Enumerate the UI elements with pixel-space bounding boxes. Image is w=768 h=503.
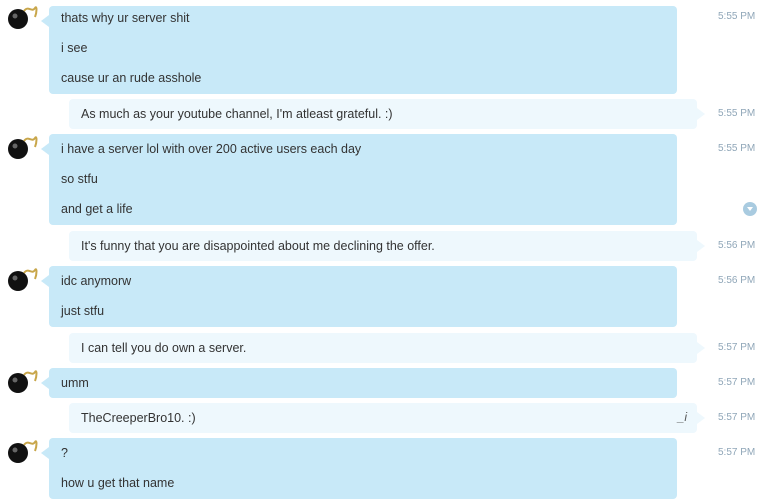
scroll-down-icon[interactable] (743, 202, 757, 216)
message-timestamp: 5:55 PM (718, 11, 756, 22)
message-bubble-outgoing: It's funny that you are disappointed abo… (69, 231, 705, 261)
bomb-avatar-icon[interactable] (6, 266, 38, 294)
message-timestamp: 5:55 PM (718, 143, 756, 154)
message-bubble-incoming: idc anymorw just stfu (41, 266, 677, 327)
message-text: i have a server lol with over 200 active… (61, 142, 362, 156)
message-timestamp: 5:57 PM (718, 447, 756, 458)
message-bubble-incoming: thats why ur server shit i see cause ur … (41, 6, 677, 94)
message-text: cause ur an rude asshole (61, 71, 202, 85)
message-bubble-outgoing: I can tell you do own a server. (69, 333, 705, 363)
message-text: just stfu (61, 304, 105, 318)
message-bubble-outgoing: TheCreeperBro10. :) _i (69, 403, 705, 433)
message-timestamp: 5:56 PM (718, 275, 756, 286)
edited-mark-icon[interactable]: _i (678, 410, 687, 424)
message-text: thats why ur server shit (61, 11, 190, 25)
message-timestamp: 5:57 PM (718, 377, 756, 388)
message-text: umm (61, 376, 89, 390)
message-timestamp: 5:57 PM (718, 412, 756, 423)
message-bubble-outgoing: As much as your youtube channel, I'm atl… (69, 99, 705, 129)
message-text: i see (61, 41, 88, 55)
message-timestamp: 5:56 PM (718, 240, 756, 251)
message-text: idc anymorw (61, 274, 132, 288)
message-text: how u get that name (61, 476, 175, 490)
bomb-avatar-icon[interactable] (6, 4, 38, 32)
bomb-avatar-icon[interactable] (6, 368, 38, 396)
bomb-avatar-icon[interactable] (6, 134, 38, 162)
bomb-avatar-icon[interactable] (6, 438, 38, 466)
message-text: and get a life (61, 202, 133, 216)
message-text: As much as your youtube channel, I'm atl… (81, 107, 393, 121)
message-timestamp: 5:57 PM (718, 342, 756, 353)
message-text: so stfu (61, 172, 98, 186)
message-timestamp: 5:55 PM (718, 108, 756, 119)
message-bubble-incoming: ? how u get that name (41, 438, 677, 499)
message-text: ? (61, 446, 68, 460)
message-text: It's funny that you are disappointed abo… (81, 239, 435, 253)
message-bubble-incoming: i have a server lol with over 200 active… (41, 134, 677, 225)
message-bubble-incoming: umm (41, 368, 677, 398)
message-text: TheCreeperBro10. :) (81, 411, 196, 425)
message-text: I can tell you do own a server. (81, 341, 247, 355)
